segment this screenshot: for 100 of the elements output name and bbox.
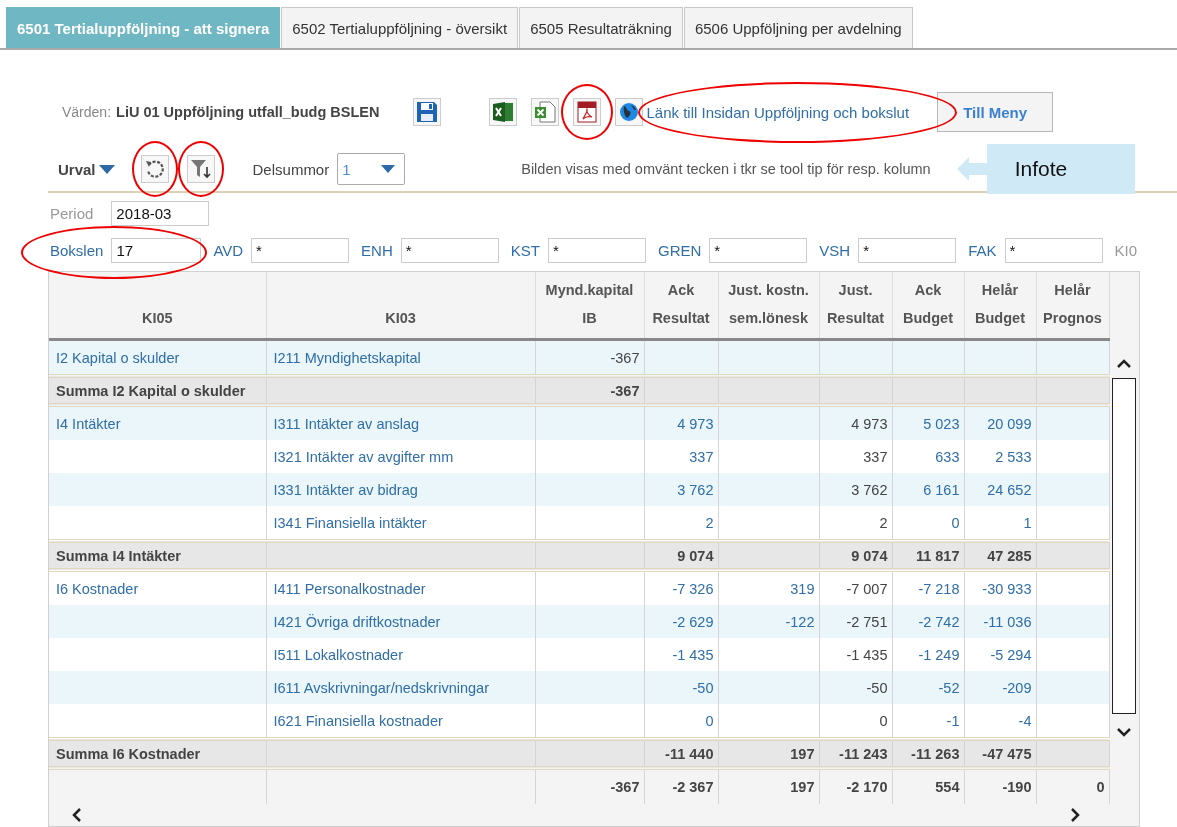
column-header: Just. Resultat xyxy=(819,272,892,340)
filter-label[interactable]: ENH xyxy=(361,242,393,259)
filter-label[interactable]: GREN xyxy=(657,242,702,259)
table-cell: Summa I4 Intäkter xyxy=(56,547,181,564)
table-cell: 554 xyxy=(935,779,960,795)
table-cell: -367 xyxy=(610,349,640,366)
filter-label[interactable]: VSH xyxy=(819,242,851,259)
table-cell[interactable]: -122 xyxy=(785,613,815,630)
table-cell[interactable]: -4 xyxy=(1018,712,1032,729)
tab[interactable]: 6505 Resultaträkning xyxy=(519,7,683,48)
filter-field[interactable]: * xyxy=(547,238,646,263)
values-value: LiU 01 Uppföljning utfall_budg BSLEN xyxy=(116,104,380,120)
tab[interactable]: 6502 Tertialuppföljning - översikt xyxy=(281,7,519,48)
filter-label: KI0 xyxy=(1114,242,1138,259)
table-cell[interactable]: I6 Kostnader xyxy=(56,580,139,597)
column-header: KI05 xyxy=(49,272,266,340)
table-cell[interactable]: 0 xyxy=(705,712,714,729)
table-cell: 3 762 xyxy=(851,481,888,498)
table-cell[interactable]: -1 xyxy=(946,712,960,729)
table-cell: 2 xyxy=(879,514,888,531)
scroll-right-icon[interactable] xyxy=(1069,807,1081,823)
info-text: Bilden visas med omvänt tecken i tkr se tool tip för resp. kolumn xyxy=(521,161,931,177)
column-header: Mynd.kapital IB xyxy=(535,272,644,340)
filter-field[interactable]: * xyxy=(251,238,350,263)
filter-field[interactable]: * xyxy=(858,238,957,263)
column-header: Helår Prognos xyxy=(1036,272,1109,340)
table-cell[interactable]: 633 xyxy=(935,448,960,465)
tab[interactable]: 6506 Uppföljning per avdelning xyxy=(683,7,913,48)
refresh-icon[interactable] xyxy=(140,155,169,183)
table-cell: -50 xyxy=(866,679,888,696)
scroll-left-icon[interactable] xyxy=(71,807,83,823)
table-cell[interactable]: 319 xyxy=(790,580,815,597)
filter-label: Period xyxy=(50,205,94,222)
table-cell[interactable]: 2 xyxy=(705,514,714,531)
filter-field[interactable]: 17 xyxy=(111,238,202,263)
filter-label[interactable]: KST xyxy=(510,242,540,259)
values-label: Värden: xyxy=(62,104,112,120)
filter-label[interactable]: FAK xyxy=(968,242,997,259)
menu-button[interactable]: Till Meny xyxy=(937,92,1054,132)
filter-field[interactable]: 2018-03 xyxy=(111,201,210,226)
table-cell: -2 367 xyxy=(672,779,714,795)
subtotals-label: Delsummor xyxy=(252,160,330,178)
save-icon[interactable] xyxy=(413,98,442,126)
table-cell[interactable]: I4 Intäkter xyxy=(56,415,121,432)
table-cell: -1 435 xyxy=(846,646,888,663)
column-header: Helår Budget xyxy=(964,272,1036,340)
table-cell[interactable]: -50 xyxy=(692,679,714,696)
table-cell: 337 xyxy=(863,448,888,465)
table-cell: 11 817 xyxy=(915,547,960,564)
annotation-ellipse xyxy=(177,141,224,197)
table-cell: -11 440 xyxy=(665,745,714,762)
arrow-icon xyxy=(956,157,987,181)
table-cell[interactable]: 1 xyxy=(1023,514,1032,531)
scroll-down-icon[interactable] xyxy=(1116,726,1132,738)
table-cell: -7 007 xyxy=(846,580,888,597)
table-cell: 47 285 xyxy=(987,547,1032,564)
spreadsheet-file-icon[interactable] xyxy=(531,98,560,126)
subtotals-dropdown[interactable]: 1 xyxy=(337,153,406,185)
selection-toggle[interactable]: Urval xyxy=(58,160,96,178)
table-cell[interactable]: -52 xyxy=(938,679,960,696)
table-cell: 9 074 xyxy=(677,547,714,564)
table-cell: -11 263 xyxy=(911,745,960,762)
table-cell: 197 xyxy=(790,779,815,795)
table-cell: -47 475 xyxy=(982,745,1032,762)
filter-icon[interactable] xyxy=(186,155,215,183)
table-cell: -367 xyxy=(610,382,640,399)
caret-icon xyxy=(381,165,396,173)
table-cell: -190 xyxy=(1002,779,1032,795)
table-cell: 0 xyxy=(879,712,888,729)
column-header: KI03 xyxy=(266,272,535,340)
caret-icon xyxy=(98,164,115,174)
table-cell: -367 xyxy=(610,779,640,795)
column-header: Ack Budget xyxy=(892,272,964,340)
info-callout: Infote xyxy=(986,144,1135,194)
pdf-icon[interactable] xyxy=(573,98,602,126)
table-cell: -2 751 xyxy=(846,613,888,630)
filter-field[interactable]: * xyxy=(709,238,808,263)
table-cell: -11 243 xyxy=(839,745,888,762)
filter-field[interactable]: * xyxy=(400,238,499,263)
annotation-ellipse xyxy=(131,141,178,197)
table-cell[interactable]: 0 xyxy=(951,514,960,531)
spreadsheet-icon[interactable] xyxy=(489,98,518,126)
column-header: Just. kostn. sem.lönesk xyxy=(718,272,819,340)
filter-label[interactable]: AVD xyxy=(213,242,244,259)
table-cell: Summa I6 Kostnader xyxy=(56,745,201,762)
scroll-up-icon[interactable] xyxy=(1116,358,1132,370)
column-header: Ack Resultat xyxy=(644,272,718,340)
table-cell[interactable]: 337 xyxy=(689,448,714,465)
annotation-ellipse xyxy=(561,84,614,140)
globe-icon[interactable] xyxy=(615,98,644,126)
table-cell: 9 074 xyxy=(851,547,888,564)
filter-label[interactable]: Bokslen xyxy=(50,242,104,259)
table-cell: Summa I2 Kapital o skulder xyxy=(56,382,246,399)
scrollbar-thumb[interactable] xyxy=(1112,378,1136,714)
table-cell: 197 xyxy=(790,745,815,762)
insidan-link[interactable]: Länk till Insidan Uppföljning och bokslut xyxy=(646,103,910,121)
table-cell: 0 xyxy=(1096,779,1105,795)
table-cell: 4 973 xyxy=(851,415,888,432)
table-cell: -2 170 xyxy=(846,779,888,795)
filter-field[interactable]: * xyxy=(1004,238,1103,263)
